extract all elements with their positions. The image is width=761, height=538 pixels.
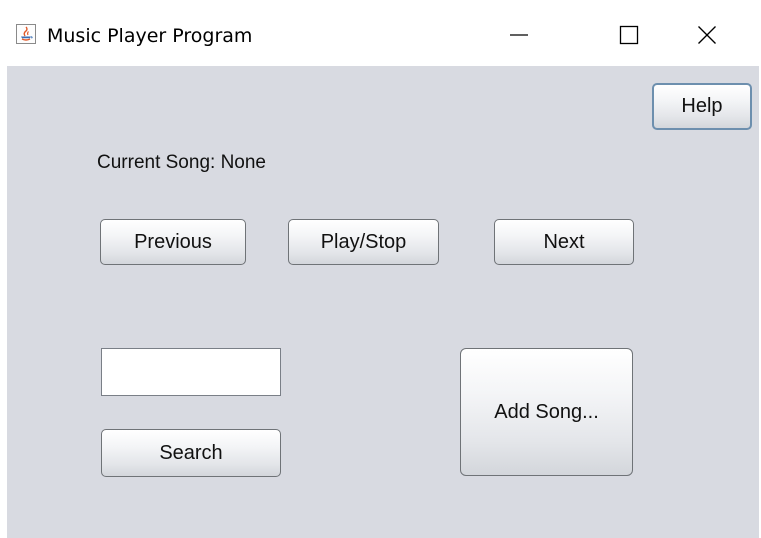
current-song-label: Current Song: <box>97 152 216 173</box>
title-bar[interactable]: Music Player Program <box>0 0 761 66</box>
current-song-display: Current Song: None <box>97 152 266 174</box>
search-input[interactable] <box>101 348 281 396</box>
maximize-icon <box>619 25 639 45</box>
add-song-button[interactable]: Add Song... <box>460 348 633 476</box>
search-button[interactable]: Search <box>101 429 281 477</box>
java-icon <box>16 24 36 44</box>
play-stop-button[interactable]: Play/Stop <box>288 219 439 265</box>
close-icon <box>698 26 716 44</box>
minimize-button[interactable] <box>496 14 542 56</box>
next-button[interactable]: Next <box>494 219 634 265</box>
window-title: Music Player Program <box>47 25 253 47</box>
maximize-button[interactable] <box>606 14 652 56</box>
help-button[interactable]: Help <box>652 83 752 130</box>
previous-button[interactable]: Previous <box>100 219 246 265</box>
minimize-icon <box>510 34 528 36</box>
content-panel: Help Current Song: None Previous Play/St… <box>7 66 759 538</box>
music-player-window: Music Player Program Help Current Song: … <box>0 0 761 538</box>
current-song-value: None <box>220 152 266 173</box>
close-button[interactable] <box>684 14 730 56</box>
